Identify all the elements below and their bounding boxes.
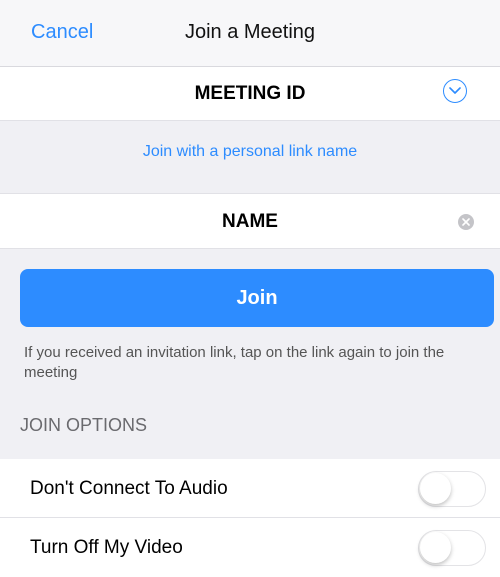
page-title: Join a Meeting (184, 21, 316, 43)
join-options-header: JOIN OPTIONS (20, 415, 148, 435)
join-button[interactable]: Join (20, 269, 494, 327)
personal-link-button[interactable]: Join with a personal link name (0, 143, 500, 161)
video-toggle[interactable] (418, 530, 486, 566)
option-label-audio: Don't Connect To Audio (30, 478, 228, 499)
name-field[interactable]: NAME (0, 193, 500, 249)
navigation-bar: Cancel Join a Meeting (0, 0, 500, 67)
name-placeholder: NAME (222, 211, 278, 232)
chevron-down-icon[interactable] (443, 79, 467, 103)
meeting-id-placeholder: MEETING ID (194, 83, 306, 104)
audio-toggle[interactable] (418, 471, 486, 507)
toggle-knob (420, 532, 451, 563)
clear-icon[interactable] (458, 214, 474, 230)
option-label-video: Turn Off My Video (30, 537, 183, 558)
invitation-hint: If you received an invitation link, tap … (24, 344, 445, 381)
toggle-knob (420, 473, 451, 504)
option-row-video: Turn Off My Video (0, 518, 500, 577)
option-row-audio: Don't Connect To Audio (0, 459, 500, 518)
meeting-id-field[interactable]: MEETING ID (0, 67, 500, 121)
